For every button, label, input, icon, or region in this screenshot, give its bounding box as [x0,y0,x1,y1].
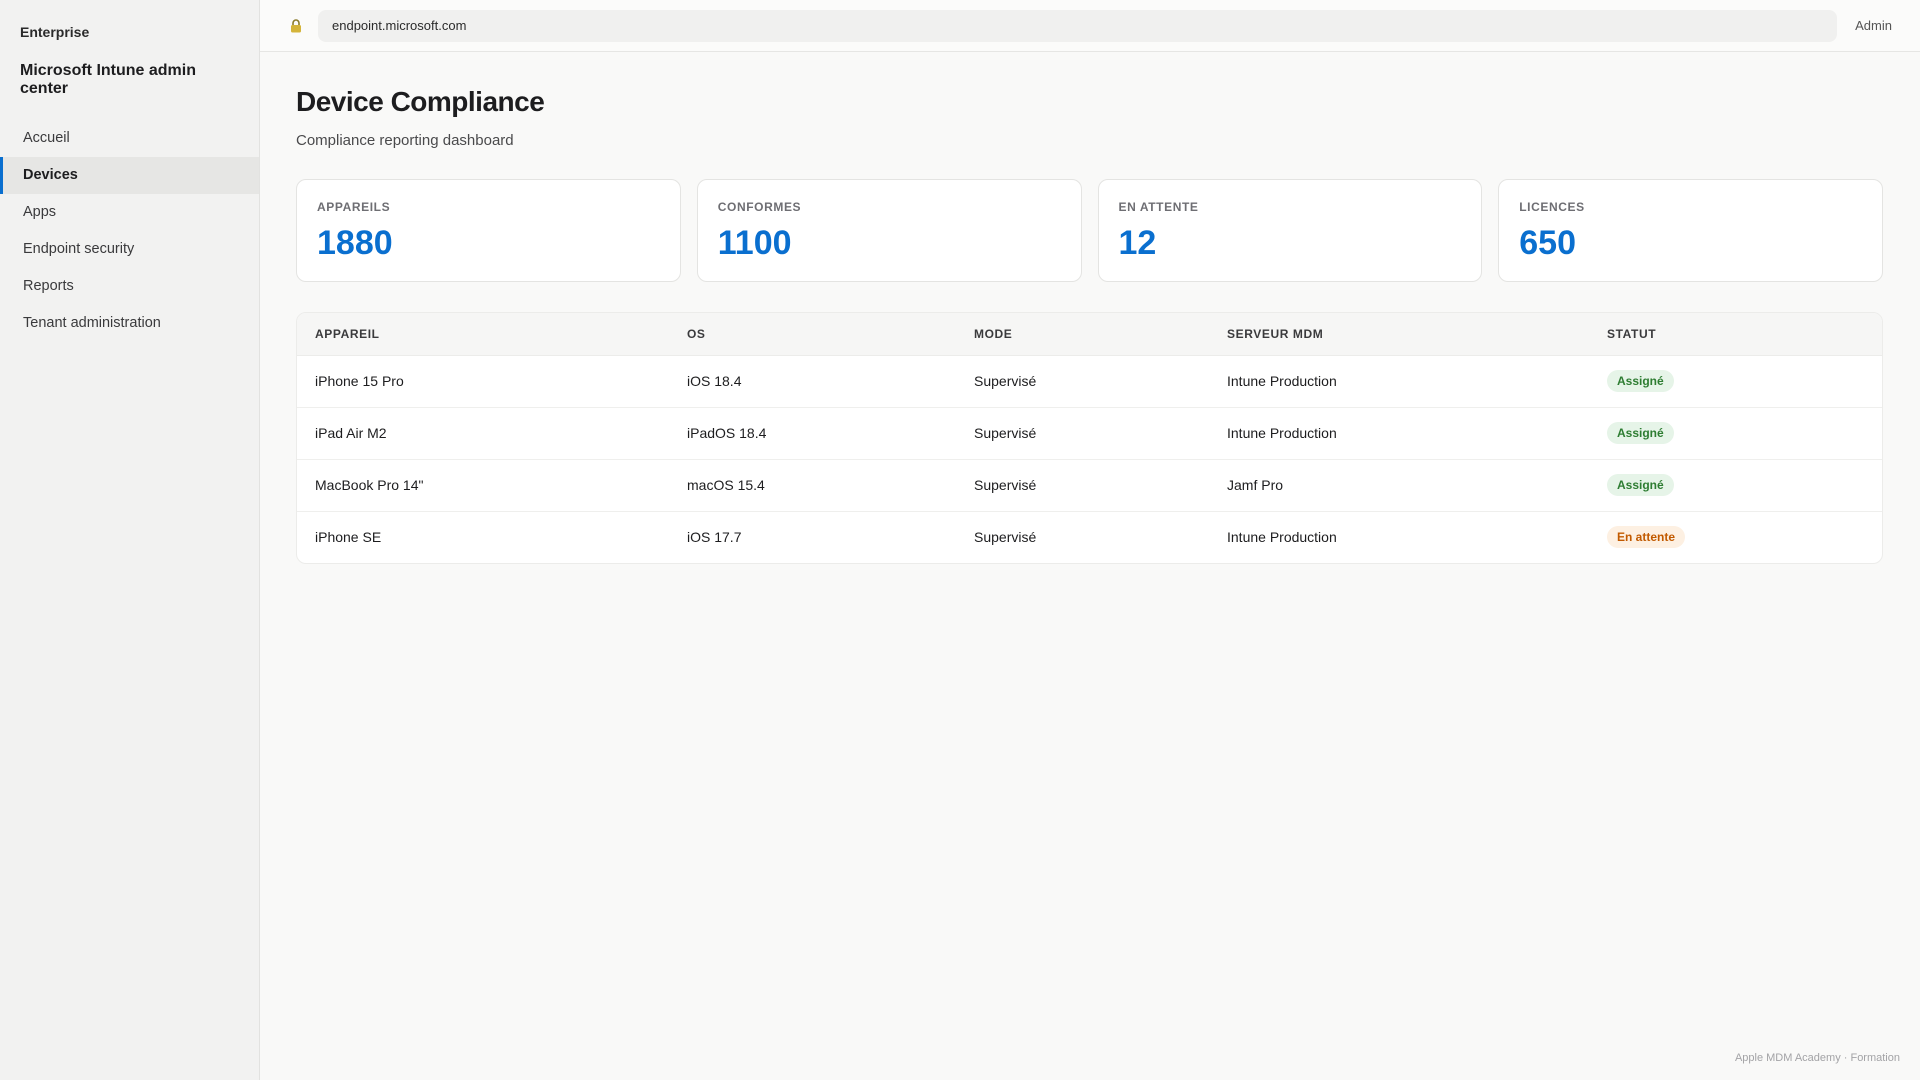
sidebar-item-apps[interactable]: Apps [0,194,259,231]
cell-status: Assigné [1589,407,1882,460]
user-menu[interactable]: Admin [1855,18,1892,33]
cell-os: macOS 15.4 [669,459,956,512]
stat-card-appareils: APPAREILS 1880 [296,179,681,282]
sidebar-item-tenant-administration[interactable]: Tenant administration [0,305,259,342]
page-title: Device Compliance [296,86,545,117]
main-area: endpoint.microsoft.com Admin Device Comp… [260,0,1920,1080]
cell-mode: Supervisé [956,355,1209,408]
cell-status: Assigné [1589,355,1882,408]
stat-card-licences: LICENCES 650 [1498,179,1883,282]
cell-os: iOS 18.4 [669,355,956,408]
table-row[interactable]: MacBook Pro 14" macOS 15.4 Supervisé Jam… [297,459,1882,512]
app-root: Enterprise Microsoft Intune admin center… [0,0,1920,1080]
sidebar-item-accueil[interactable]: Accueil [0,120,259,157]
status-badge: Assigné [1607,474,1674,496]
stat-label: LICENCES [1519,200,1585,214]
cell-device: iPad Air M2 [297,407,669,460]
status-badge: Assigné [1607,370,1674,392]
status-badge: Assigné [1607,422,1674,444]
cell-os: iPadOS 18.4 [669,407,956,460]
lock-icon [288,18,304,34]
table-row[interactable]: iPhone 15 Pro iOS 18.4 Supervisé Intune … [297,355,1882,408]
table-header-row: APPAREIL OS MODE SERVEUR MDM STATUT [297,313,1882,356]
column-header-serveur-mdm[interactable]: SERVEUR MDM [1209,313,1589,356]
stats-row: APPAREILS 1880 CONFORMES 1100 EN ATTENTE… [296,179,1883,282]
stat-value: 1880 [317,224,393,262]
cell-mode: Supervisé [956,407,1209,460]
sidebar: Enterprise Microsoft Intune admin center… [0,0,260,1080]
sidebar-item-endpoint-security[interactable]: Endpoint security [0,231,259,268]
address-bar[interactable]: endpoint.microsoft.com [318,9,1838,42]
cell-device: iPhone SE [315,529,382,546]
cell-device: MacBook Pro 14" [297,459,669,512]
status-badge: En attente [1607,526,1686,549]
app-title: Microsoft Intune admin center [20,62,196,97]
devices-table: APPAREIL OS MODE SERVEUR MDM STATUT iPho… [297,313,1882,563]
sidebar-nav: Accueil Devices Apps Endpoint security R… [0,120,259,342]
org-name: Enterprise [20,24,90,40]
page-subtitle: Compliance reporting dashboard [296,132,514,149]
table-row[interactable]: iPad Air M2 iPadOS 18.4 Supervisé Intune… [297,407,1882,460]
devices-table-container: APPAREIL OS MODE SERVEUR MDM STATUT iPho… [296,312,1883,564]
sidebar-item-devices[interactable]: Devices [0,157,259,194]
column-header-mode[interactable]: MODE [956,313,1209,356]
cell-os: iOS 17.7 [687,529,742,546]
cell-server: Intune Production [1227,529,1337,546]
cell-device: iPhone 15 Pro [297,355,669,408]
cell-mode: Supervisé [956,459,1209,512]
address-url: endpoint.microsoft.com [332,18,467,33]
stat-value: 12 [1118,224,1157,262]
column-header-os[interactable]: OS [669,313,956,356]
footer-note: Apple MDM Academy · Formation [1734,1052,1900,1064]
stat-label: APPAREILS [317,200,391,214]
top-bar: endpoint.microsoft.com Admin [260,0,1920,52]
sidebar-item-reports[interactable]: Reports [0,268,259,305]
column-header-appareil[interactable]: APPAREIL [297,313,669,356]
table-row[interactable]: iPhone SE iOS 17.7 Supervisé Intune Prod… [297,511,1882,563]
cell-status: Assigné [1589,459,1882,512]
stat-value: 1100 [717,224,792,262]
stat-card-conformes: CONFORMES 1100 [696,179,1082,282]
stat-label: CONFORMES [717,200,802,214]
stat-card-en-attente: EN ATTENTE 12 [1097,179,1483,282]
stat-value: 650 [1519,224,1576,262]
cell-server: Jamf Pro [1209,459,1589,512]
column-header-statut[interactable]: STATUT [1589,313,1882,356]
stat-label: EN ATTENTE [1118,200,1199,214]
cell-status: En attente [1589,511,1882,563]
cell-mode: Supervisé [974,529,1037,546]
page-content: Device Compliance Compliance reporting d… [260,52,1920,564]
cell-server: Intune Production [1209,355,1589,408]
cell-server: Intune Production [1209,407,1589,460]
